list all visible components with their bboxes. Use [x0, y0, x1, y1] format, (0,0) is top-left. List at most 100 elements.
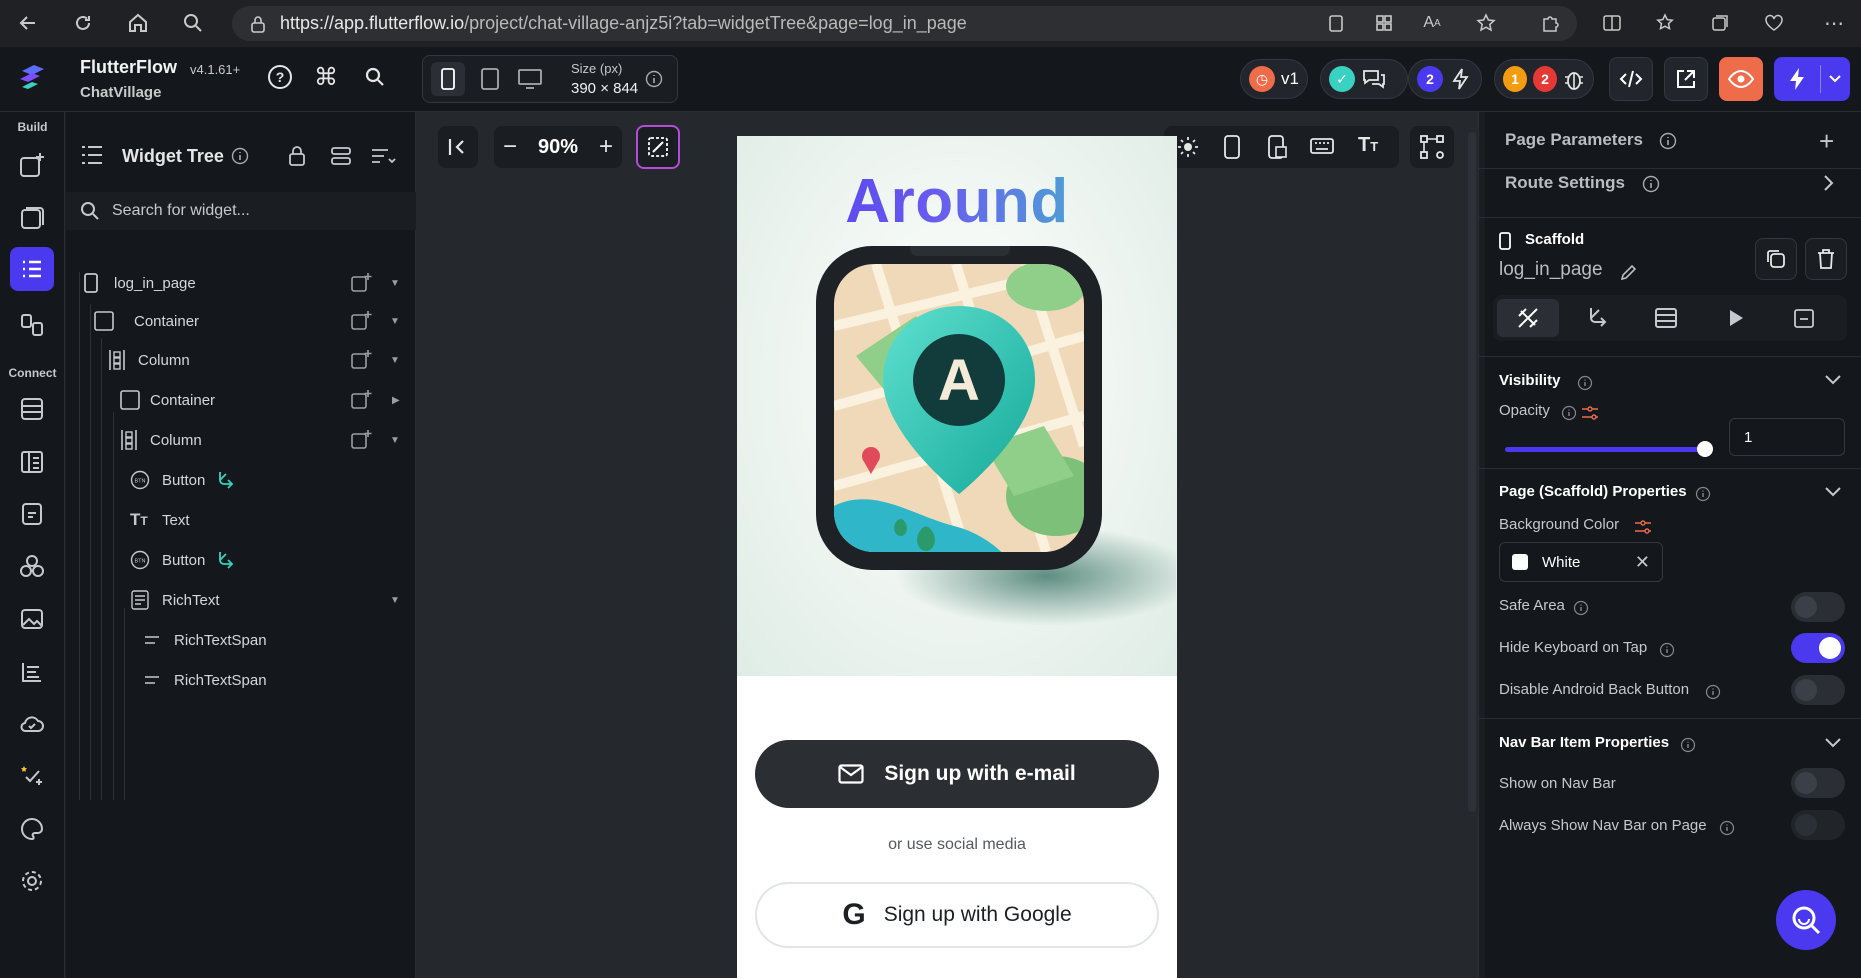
safe-area-preview-icon[interactable]	[1268, 135, 1288, 159]
issues-pill[interactable]: 1 2	[1494, 59, 1594, 99]
always-show-nav-toggle[interactable]	[1791, 810, 1845, 840]
favorites-icon[interactable]	[1648, 5, 1684, 41]
firestore-icon[interactable]	[10, 387, 54, 431]
hide-keyboard-info-icon[interactable]	[1659, 642, 1675, 658]
tree-row-log-in-page[interactable]: log_in_page ▼	[66, 264, 416, 302]
light-mode-icon[interactable]	[1176, 135, 1200, 159]
tree-row-richtextspan[interactable]: RichTextSpan	[66, 661, 416, 699]
tree-row-button[interactable]: BTN Button	[66, 541, 416, 579]
nav-bar-chevron-down-icon[interactable]	[1824, 737, 1842, 749]
scaffold-props-chevron-down-icon[interactable]	[1824, 486, 1842, 498]
phone-device-icon[interactable]	[431, 62, 465, 96]
collapsed-caret-icon[interactable]: ▶	[392, 395, 400, 406]
split-screen-icon[interactable]	[1594, 5, 1630, 41]
disable-back-info-icon[interactable]	[1705, 684, 1721, 700]
custom-code-icon[interactable]	[10, 650, 54, 694]
add-widget-icon[interactable]	[10, 143, 54, 187]
always-show-nav-info-icon[interactable]	[1719, 820, 1735, 836]
expand-caret-icon[interactable]: ▼	[390, 278, 400, 289]
route-settings-title[interactable]: Route Settings	[1505, 173, 1625, 193]
sign-up-email-button[interactable]: Sign up with e-mail	[755, 740, 1159, 808]
size-info-icon[interactable]	[645, 70, 663, 88]
pages-icon[interactable]	[10, 196, 54, 240]
layout-inspector-icon[interactable]	[1410, 126, 1454, 168]
debug-paint-icon[interactable]	[636, 125, 680, 169]
add-child-icon[interactable]	[350, 272, 372, 294]
apps-icon[interactable]	[1366, 5, 1402, 41]
action-flow-icon[interactable]	[216, 550, 236, 570]
collapse-all-icon[interactable]	[330, 145, 352, 167]
expand-caret-icon[interactable]: ▼	[390, 316, 400, 327]
clipboard-icon[interactable]	[1318, 5, 1354, 41]
media-assets-icon[interactable]	[10, 597, 54, 641]
delete-trash-icon[interactable]	[1805, 238, 1847, 280]
expand-caret-icon[interactable]: ▼	[390, 435, 400, 446]
properties-scrollbar[interactable]	[1479, 112, 1485, 978]
visibility-info-icon[interactable]	[1577, 375, 1593, 391]
storyboard-icon[interactable]	[10, 303, 54, 347]
header-search-icon[interactable]	[357, 59, 393, 95]
tab-page-state-icon[interactable]	[1773, 299, 1835, 337]
opacity-value-input[interactable]: 1	[1729, 418, 1845, 456]
widget-search-input[interactable]: Search for widget...	[66, 192, 416, 230]
zoom-level[interactable]: 90%	[526, 136, 590, 159]
tree-row-container[interactable]: Container ▶	[66, 381, 416, 419]
tablet-device-icon[interactable]	[473, 62, 507, 96]
tree-row-richtextspan[interactable]: RichTextSpan	[66, 621, 416, 659]
favorite-star-icon[interactable]	[1468, 5, 1504, 41]
command-icon[interactable]: ⌘	[308, 59, 344, 95]
visibility-chevron-down-icon[interactable]	[1824, 374, 1842, 386]
floating-search-button[interactable]	[1776, 890, 1836, 950]
opacity-variable-icon[interactable]	[1581, 405, 1599, 421]
tests-icon[interactable]	[10, 754, 54, 798]
tab-properties-icon[interactable]	[1497, 299, 1559, 337]
sign-up-google-button[interactable]: G Sign up with Google	[755, 882, 1159, 948]
run-button[interactable]	[1774, 57, 1850, 101]
tree-row-column[interactable]: Column ▼	[66, 421, 416, 459]
action-flow-icon[interactable]	[216, 470, 236, 490]
preview-eye-icon[interactable]	[1719, 57, 1763, 101]
safe-area-info-icon[interactable]	[1573, 600, 1589, 616]
chevron-right-icon[interactable]	[1821, 174, 1835, 192]
collab-pill[interactable]: ✓	[1320, 59, 1408, 99]
add-parameter-icon[interactable]: +	[1819, 126, 1834, 157]
opacity-info-icon[interactable]	[1561, 405, 1577, 421]
settings-gear-icon[interactable]	[10, 859, 54, 903]
add-child-icon[interactable]	[350, 389, 372, 411]
zoom-out-icon[interactable]: −	[494, 133, 526, 161]
expand-caret-icon[interactable]: ▼	[390, 595, 400, 606]
nav-bar-info-icon[interactable]	[1680, 737, 1696, 753]
tab-actions-icon[interactable]	[1567, 299, 1629, 337]
bg-color-variable-icon[interactable]	[1634, 519, 1652, 535]
reload-icon[interactable]	[65, 5, 101, 41]
help-icon[interactable]: ?	[262, 59, 298, 95]
add-child-icon[interactable]	[350, 429, 372, 451]
run-chevron-down-icon[interactable]	[1821, 74, 1849, 84]
safe-area-toggle[interactable]	[1791, 592, 1845, 622]
keyboard-icon[interactable]	[1310, 136, 1334, 156]
api-calls-icon[interactable]	[10, 492, 54, 536]
tree-row-text[interactable]: TT Text	[66, 501, 416, 539]
tree-row-button[interactable]: BTN Button	[66, 461, 416, 499]
collections-icon[interactable]	[1702, 5, 1738, 41]
device-frame-icon[interactable]	[1224, 135, 1240, 159]
duplicate-icon[interactable]	[1755, 238, 1797, 280]
page-params-info-icon[interactable]	[1659, 132, 1677, 150]
widget-tree-info-icon[interactable]	[231, 147, 249, 165]
tree-row-container[interactable]: Container ▼	[66, 302, 416, 340]
scaffold-props-info-icon[interactable]	[1695, 486, 1711, 502]
health-icon[interactable]	[1756, 5, 1792, 41]
opacity-slider-knob[interactable]	[1697, 441, 1713, 457]
clear-color-icon[interactable]: ✕	[1635, 552, 1650, 573]
app-values-icon[interactable]	[10, 544, 54, 588]
desktop-device-icon[interactable]	[513, 62, 547, 96]
code-view-icon[interactable]	[1609, 57, 1653, 101]
opacity-slider[interactable]	[1505, 434, 1713, 464]
schema-icon[interactable]	[10, 440, 54, 484]
canvas-scrollbar[interactable]	[1468, 132, 1476, 812]
back-icon[interactable]	[10, 5, 46, 41]
edit-name-icon[interactable]	[1619, 264, 1637, 282]
more-icon[interactable]: ⋯	[1816, 5, 1852, 41]
zoom-in-icon[interactable]: +	[590, 133, 622, 161]
read-aloud-icon[interactable]: AA	[1414, 5, 1450, 41]
